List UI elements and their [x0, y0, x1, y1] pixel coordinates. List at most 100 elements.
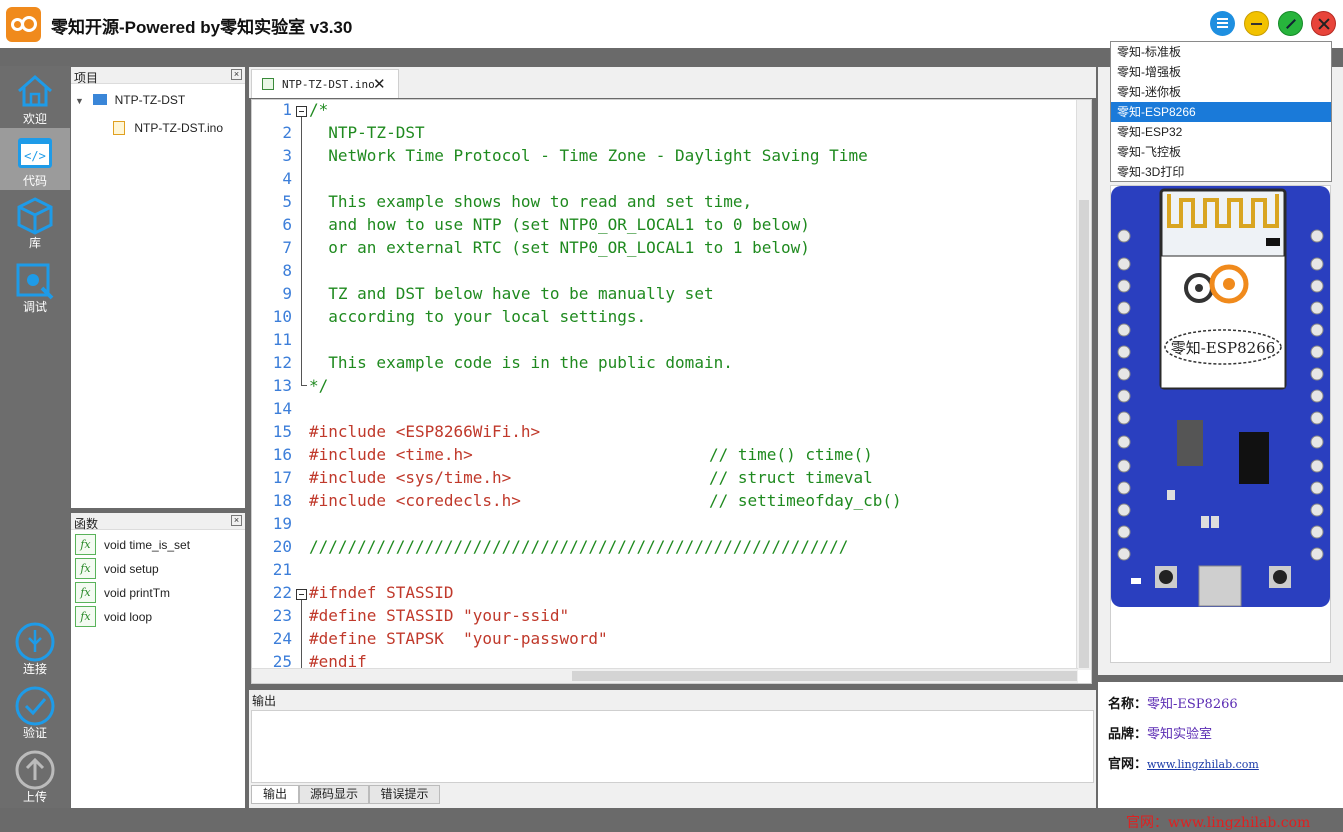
code-text: This example code is in the public domai…	[309, 353, 733, 372]
tree-root[interactable]: ▼ NTP-TZ-DST	[75, 93, 185, 107]
code-editor[interactable]: 1/* 2 NTP-TZ-DST 3 NetWork Time Protocol -…	[251, 99, 1092, 684]
editor-tab[interactable]: NTP-TZ-DST.ino ✕	[251, 69, 399, 98]
nav-connect[interactable]: 连接	[0, 616, 70, 678]
home-icon	[18, 75, 52, 107]
nav-library[interactable]: 库	[0, 190, 70, 252]
function-label: void printTm	[104, 586, 171, 600]
output-tab[interactable]: 输出	[251, 785, 299, 804]
minimize-button[interactable]	[1244, 11, 1269, 36]
check-icon	[15, 686, 55, 726]
code-line[interactable]: 12 This example code is in the public do…	[252, 353, 1078, 376]
board-option[interactable]: 零知-标准板	[1111, 42, 1331, 62]
nav-verify-label: 验证	[22, 726, 47, 740]
line-number: 21	[272, 560, 292, 579]
code-text: #include <time.h>	[309, 445, 473, 464]
code-line[interactable]: 21	[252, 560, 1078, 583]
board-option[interactable]: 零知-飞控板	[1111, 142, 1331, 162]
code-line[interactable]: 7 or an external RTC (set NTP0_OR_LOCAL1…	[252, 238, 1078, 261]
close-tab-icon[interactable]: ✕	[373, 75, 386, 93]
fold-toggle-icon[interactable]	[296, 106, 307, 117]
code-line[interactable]: 15 #include <ESP8266WiFi.h>	[252, 422, 1078, 445]
output-text-area[interactable]	[251, 710, 1094, 783]
board-option[interactable]: 零知-迷你板	[1111, 82, 1331, 102]
code-line[interactable]: 2 NTP-TZ-DST	[252, 123, 1078, 146]
board-option[interactable]: 零知-增强板	[1111, 62, 1331, 82]
maximize-button[interactable]	[1278, 11, 1303, 36]
code-text: NetWork Time Protocol - Time Zone - Dayl…	[309, 146, 868, 165]
folder-icon	[93, 94, 108, 105]
close-panel-icon[interactable]: ×	[231, 69, 242, 80]
output-panel-title: 输出	[252, 694, 277, 708]
expand-triangle-icon[interactable]: ▼	[75, 96, 84, 106]
scroll-thumb[interactable]	[1079, 200, 1089, 668]
line-number: 3	[282, 146, 292, 165]
line-number: 15	[272, 422, 292, 441]
app-logo-icon	[6, 7, 41, 42]
function-icon: fx	[75, 606, 96, 627]
line-number: 19	[272, 514, 292, 533]
code-line[interactable]: 23 #define STASSID "your-ssid"	[252, 606, 1078, 629]
code-line[interactable]: 17 #include <sys/time.h> // struct timeval	[252, 468, 1078, 491]
function-item[interactable]: fx void printTm	[73, 581, 243, 603]
errors-tab[interactable]: 错误提示	[369, 785, 440, 804]
editor-tab-bar: NTP-TZ-DST.ino ✕	[249, 67, 1096, 98]
close-button[interactable]	[1311, 11, 1336, 36]
code-text: */	[309, 376, 329, 395]
menu-button[interactable]	[1210, 11, 1235, 36]
source-tab[interactable]: 源码显示	[299, 785, 369, 804]
line-number: 16	[272, 445, 292, 464]
code-line[interactable]: 11	[252, 330, 1078, 353]
board-option[interactable]: 零知-3D打印	[1111, 162, 1331, 182]
tree-file[interactable]: NTP-TZ-DST.ino	[113, 121, 223, 135]
function-item[interactable]: fx void time_is_set	[73, 533, 243, 555]
horizontal-scrollbar[interactable]	[252, 668, 1078, 683]
esp8266-board-image: 零知-ESP8266	[1111, 186, 1330, 607]
code-line[interactable]: 22 #ifndef STASSID	[252, 583, 1078, 606]
close-panel-icon[interactable]: ×	[231, 515, 242, 526]
code-line[interactable]: 19	[252, 514, 1078, 537]
functions-panel-title: 函数	[74, 517, 99, 531]
line-number: 13	[272, 376, 292, 395]
line-number: 5	[282, 192, 292, 211]
code-line[interactable]: 4	[252, 169, 1078, 192]
code-line[interactable]: 14	[252, 399, 1078, 422]
function-icon: fx	[75, 558, 96, 579]
code-line[interactable]: 1 /*	[252, 100, 1078, 123]
tree-file-label: NTP-TZ-DST.ino	[134, 121, 224, 135]
board-option-selected[interactable]: 零知-ESP8266	[1111, 102, 1331, 122]
project-panel: 项目 × ▼ NTP-TZ-DST NTP-TZ-DST.ino	[71, 67, 245, 508]
code-line[interactable]: 6 and how to use NTP (set NTP0_OR_LOCAL1…	[252, 215, 1078, 238]
nav-verify[interactable]: 验证	[0, 680, 70, 742]
board-site-link[interactable]: www.lingzhilab.com	[1147, 758, 1259, 771]
nav-upload[interactable]: 上传	[0, 744, 70, 806]
line-number: 8	[282, 261, 292, 280]
window-title: 零知开源-Powered by零知实验室 v3.30	[51, 18, 353, 37]
code-line[interactable]: 24 #define STAPSK "your-password"	[252, 629, 1078, 652]
fold-toggle-icon[interactable]	[296, 589, 307, 600]
code-line[interactable]: 8	[252, 261, 1078, 284]
nav-welcome[interactable]: 欢迎	[0, 66, 70, 128]
fold-end	[301, 385, 307, 386]
board-dropdown[interactable]: 零知-标准板 零知-增强板 零知-迷你板 零知-ESP8266 零知-ESP32…	[1110, 41, 1332, 182]
code-line[interactable]: 16 #include <time.h> // time() ctime()	[252, 445, 1078, 468]
code-line[interactable]: 9 TZ and DST below have to be manually s…	[252, 284, 1078, 307]
board-image-area: 零知-ESP8266	[1110, 185, 1331, 663]
code-line[interactable]: 10 according to your local settings.	[252, 307, 1078, 330]
code-icon: </>	[18, 138, 52, 168]
nav-debug[interactable]: 调试	[0, 254, 70, 316]
function-item[interactable]: fx void loop	[73, 605, 243, 627]
function-label: void setup	[104, 562, 159, 576]
code-line[interactable]: 3 NetWork Time Protocol - Time Zone - Da…	[252, 146, 1078, 169]
nav-code[interactable]: </> 代码	[0, 128, 70, 190]
board-brand-value: 零知实验室	[1147, 727, 1213, 742]
code-line[interactable]: 5 This example shows how to read and set…	[252, 192, 1078, 215]
function-item[interactable]: fx void setup	[73, 557, 243, 579]
board-option[interactable]: 零知-ESP32	[1111, 122, 1331, 142]
code-line[interactable]: 18 #include <coredecls.h> // settimeofday_…	[252, 491, 1078, 514]
project-panel-header: 项目 ×	[71, 67, 245, 85]
vertical-scrollbar[interactable]	[1076, 100, 1091, 670]
code-line[interactable]: 13 */	[252, 376, 1078, 399]
scroll-thumb[interactable]	[572, 671, 1077, 681]
code-text: according to your local settings.	[309, 307, 647, 326]
code-line[interactable]: 20 //////////////////////////////////////…	[252, 537, 1078, 560]
